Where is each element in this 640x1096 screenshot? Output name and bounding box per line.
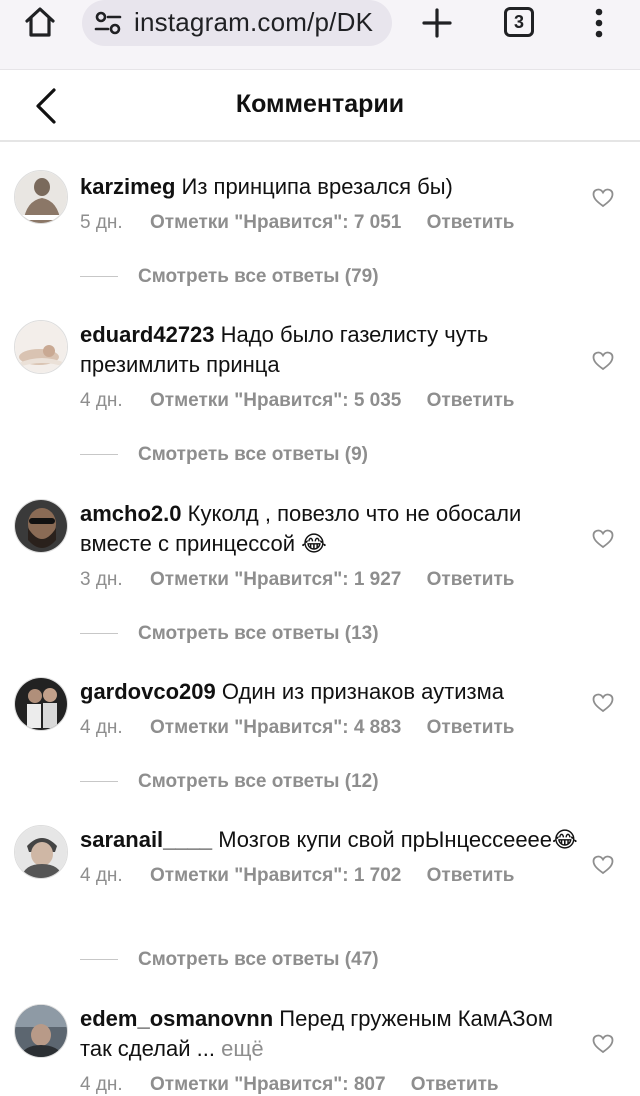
like-heart-icon[interactable] xyxy=(592,693,614,713)
comments-header: Комментарии xyxy=(0,70,640,142)
view-replies-label[interactable]: Смотреть все ответы (9) xyxy=(138,444,368,465)
view-replies-label[interactable]: Смотреть все ответы (47) xyxy=(138,949,379,970)
view-replies-link[interactable]: Смотреть все ответы (9) xyxy=(80,444,368,468)
site-settings-icon[interactable] xyxy=(94,10,122,36)
like-heart-icon[interactable] xyxy=(592,855,614,875)
replies-divider xyxy=(80,276,118,278)
comment-body: gardovco209 Один из признаков аутизма 4 … xyxy=(80,677,580,739)
replies-divider xyxy=(80,781,118,783)
comment-username[interactable]: gardovco209 xyxy=(80,679,216,704)
view-replies-link[interactable]: Смотреть все ответы (13) xyxy=(80,623,379,647)
browser-toolbar: instagram.com/p/DK 3 xyxy=(0,0,640,70)
comment-text: karzimeg Из принципа врезался бы) xyxy=(80,172,580,202)
comment-body: karzimeg Из принципа врезался бы) 5 дн. … xyxy=(80,172,580,234)
comment-message: Один из признаков аутизма xyxy=(221,679,504,704)
comment-body: edem_osmanovnn Перед груженым КамАЗом та… xyxy=(80,1004,580,1096)
comment-text: edem_osmanovnn Перед груженым КамАЗом та… xyxy=(80,1004,580,1064)
comment-likes[interactable]: Отметки "Нравится": 4 883 xyxy=(150,717,401,738)
replies-divider xyxy=(80,633,118,635)
comment-username[interactable]: karzimeg xyxy=(80,174,175,199)
view-replies-link[interactable]: Смотреть все ответы (47) xyxy=(80,949,379,973)
comment-body: saranail____ Мозгов купи свой прЫнцессее… xyxy=(80,825,580,887)
comment-likes[interactable]: Отметки "Нравится": 7 051 xyxy=(150,212,401,233)
avatar[interactable] xyxy=(14,320,68,374)
avatar[interactable] xyxy=(14,677,68,731)
view-replies-link[interactable]: Смотреть все ответы (79) xyxy=(80,266,379,290)
like-heart-icon[interactable] xyxy=(592,351,614,371)
comment-time: 4 дн. xyxy=(80,865,123,886)
comment-username[interactable]: saranail____ xyxy=(80,827,212,852)
comment-time: 4 дн. xyxy=(80,717,123,738)
comment-text: saranail____ Мозгов купи свой прЫнцессее… xyxy=(80,825,580,855)
avatar[interactable] xyxy=(14,499,68,553)
reply-button[interactable]: Ответить xyxy=(427,390,515,411)
comment-meta: 4 дн. Отметки "Нравится": 1 702 Ответить xyxy=(80,865,580,887)
view-replies-label[interactable]: Смотреть все ответы (13) xyxy=(138,623,379,644)
url-text[interactable]: instagram.com/p/DK xyxy=(134,7,384,38)
comment-likes[interactable]: Отметки "Нравится": 807 xyxy=(150,1074,386,1095)
view-replies-label[interactable]: Смотреть все ответы (79) xyxy=(138,266,379,287)
avatar[interactable] xyxy=(14,170,68,224)
new-tab-icon[interactable] xyxy=(420,4,454,40)
comment-meta: 4 дн. Отметки "Нравится": 4 883 Ответить xyxy=(80,717,580,739)
comment-text: amcho2.0 Куколд , повезло что не обосали… xyxy=(80,499,580,559)
replies-divider xyxy=(80,959,118,961)
reply-button[interactable]: Ответить xyxy=(427,865,515,886)
comment-time: 3 дн. xyxy=(80,569,123,590)
comment-likes[interactable]: Отметки "Нравится": 1 702 xyxy=(150,865,401,886)
tab-switcher-button[interactable]: 3 xyxy=(504,7,534,37)
like-heart-icon[interactable] xyxy=(592,529,614,549)
comment-text: eduard42723 Надо было газелисту чуть пре… xyxy=(80,320,580,380)
comment-meta: 3 дн. Отметки "Нравится": 1 927 Ответить xyxy=(80,569,580,591)
comment-username[interactable]: amcho2.0 xyxy=(80,501,182,526)
view-replies-link[interactable]: Смотреть все ответы (12) xyxy=(80,771,379,795)
reply-button[interactable]: Ответить xyxy=(427,212,515,233)
comment-message: Мозгов купи свой прЫнцессееее😂 xyxy=(218,827,578,852)
home-icon[interactable] xyxy=(22,4,58,40)
comment-meta: 4 дн. Отметки "Нравится": 807 Ответить xyxy=(80,1074,580,1096)
reply-button[interactable]: Ответить xyxy=(411,1074,499,1095)
comment-username[interactable]: edem_osmanovnn xyxy=(80,1006,273,1031)
show-more-link[interactable]: ещё xyxy=(221,1036,264,1061)
comment-time: 5 дн. xyxy=(80,212,123,233)
comment-username[interactable]: eduard42723 xyxy=(80,322,215,347)
comment-likes[interactable]: Отметки "Нравится": 1 927 xyxy=(150,569,401,590)
reply-button[interactable]: Ответить xyxy=(427,717,515,738)
more-menu-icon[interactable] xyxy=(588,5,610,41)
comment-likes[interactable]: Отметки "Нравится": 5 035 xyxy=(150,390,401,411)
comment-meta: 4 дн. Отметки "Нравится": 5 035 Ответить xyxy=(80,390,580,412)
comment-meta: 5 дн. Отметки "Нравится": 7 051 Ответить xyxy=(80,212,580,234)
avatar[interactable] xyxy=(14,1004,68,1058)
reply-button[interactable]: Ответить xyxy=(427,569,515,590)
like-heart-icon[interactable] xyxy=(592,188,614,208)
comment-time: 4 дн. xyxy=(80,1074,123,1095)
like-heart-icon[interactable] xyxy=(592,1034,614,1054)
comment-body: amcho2.0 Куколд , повезло что не обосали… xyxy=(80,499,580,591)
address-bar[interactable]: instagram.com/p/DK xyxy=(82,0,392,46)
avatar[interactable] xyxy=(14,825,68,879)
comment-message: Из принципа врезался бы) xyxy=(181,174,453,199)
replies-divider xyxy=(80,454,118,456)
comment-time: 4 дн. xyxy=(80,390,123,411)
page-title: Комментарии xyxy=(235,90,405,118)
comment-body: eduard42723 Надо было газелисту чуть пре… xyxy=(80,320,580,412)
view-replies-label[interactable]: Смотреть все ответы (12) xyxy=(138,771,379,792)
comment-text: gardovco209 Один из признаков аутизма xyxy=(80,677,580,707)
